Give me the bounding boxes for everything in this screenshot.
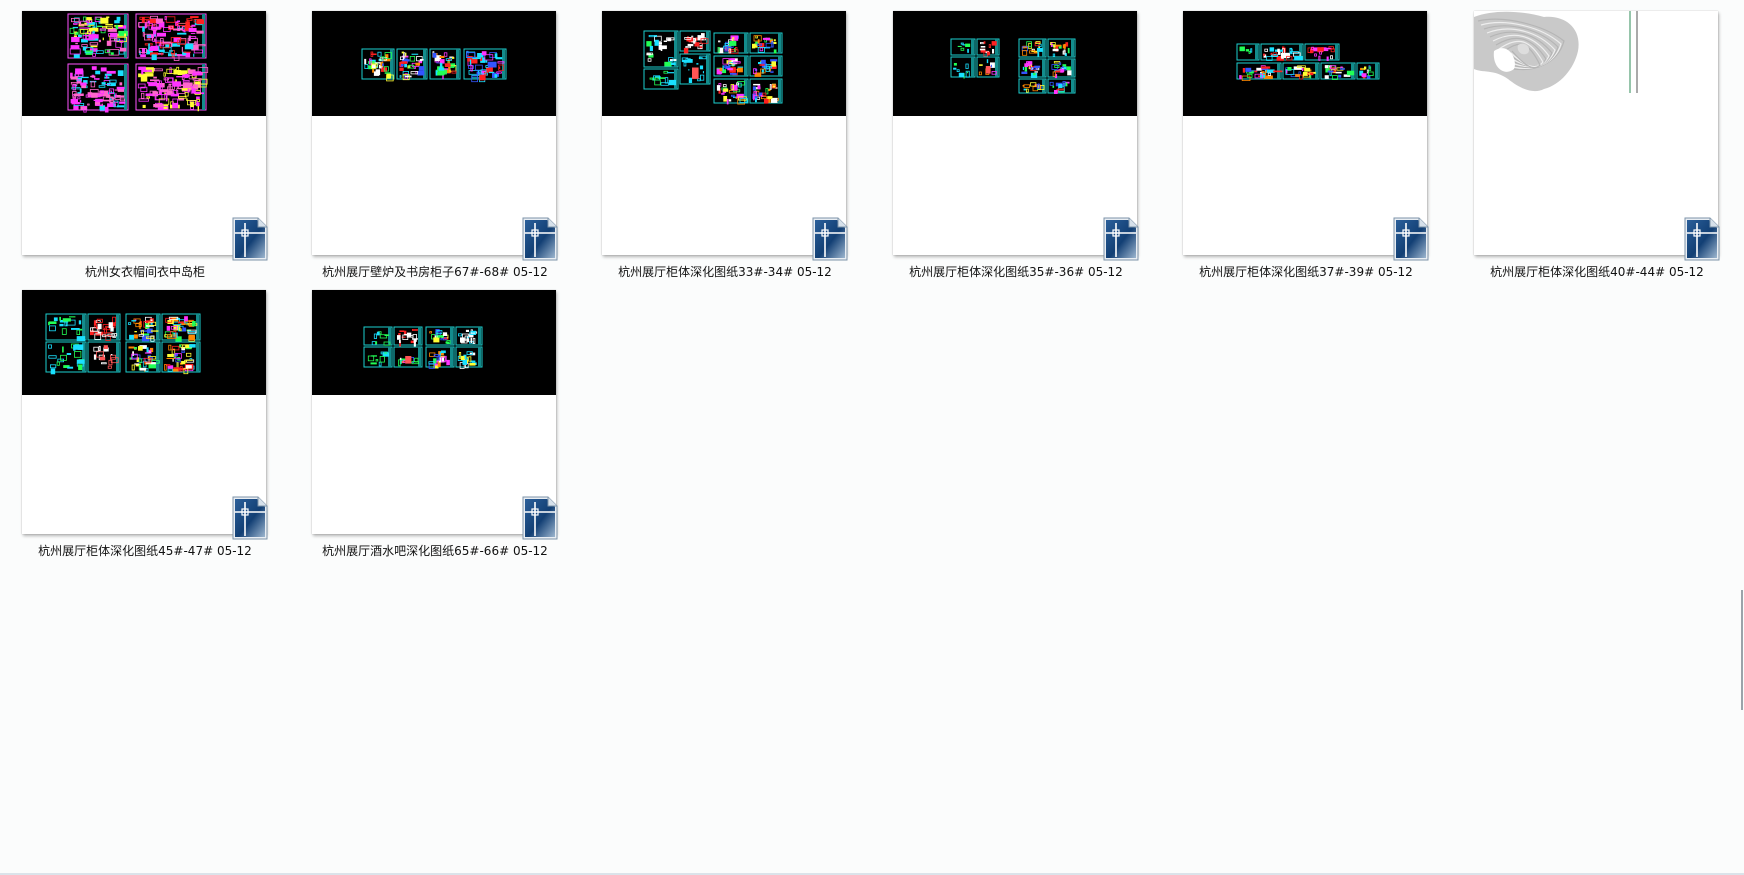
file-name-label[interactable]: 杭州展厅柜体深化图纸35#-36# 05-12 <box>871 263 1161 280</box>
file-item[interactable]: 杭州展厅柜体深化图纸45#-47# 05-12 <box>0 279 290 559</box>
file-item[interactable]: 杭州展厅酒水吧深化图纸65#-66# 05-12 <box>290 279 580 559</box>
file-name-label[interactable]: 杭州展厅壁炉及书房柜子67#-68# 05-12 <box>290 263 580 280</box>
file-item[interactable]: 杭州展厅壁炉及书房柜子67#-68# 05-12 <box>290 0 580 280</box>
file-thumbnail[interactable] <box>1183 11 1427 255</box>
file-item[interactable]: 杭州展厅柜体深化图纸35#-36# 05-12 <box>871 0 1161 280</box>
file-thumbnail[interactable] <box>312 11 556 255</box>
cad-preview-area <box>893 11 1137 116</box>
file-name-label[interactable]: 杭州展厅柜体深化图纸45#-47# 05-12 <box>0 542 290 559</box>
scrollbar-thumb[interactable] <box>1741 590 1743 710</box>
cad-drawing-file-icon <box>1103 217 1139 261</box>
vertical-scrollbar[interactable] <box>1740 0 1744 875</box>
file-name-label[interactable]: 杭州女衣帽间衣中岛柜 <box>0 263 290 280</box>
file-thumbnail[interactable] <box>312 290 556 534</box>
cad-preview-area <box>312 11 556 116</box>
file-name-label[interactable]: 杭州展厅柜体深化图纸33#-34# 05-12 <box>580 263 870 280</box>
cad-drawing-file-icon <box>1393 217 1429 261</box>
cad-drawing-file-icon <box>812 217 848 261</box>
file-thumbnail[interactable] <box>602 11 846 255</box>
cad-preview-area <box>312 290 556 395</box>
file-thumbnail[interactable] <box>1474 11 1718 255</box>
file-item[interactable]: 杭州女衣帽间衣中岛柜 <box>0 0 290 280</box>
cad-drawing-file-icon <box>1684 217 1720 261</box>
file-name-label[interactable]: 杭州展厅酒水吧深化图纸65#-66# 05-12 <box>290 542 580 559</box>
cad-drawing-file-icon <box>522 496 558 540</box>
file-thumbnail[interactable] <box>893 11 1137 255</box>
file-name-label[interactable]: 杭州展厅柜体深化图纸37#-39# 05-12 <box>1161 263 1451 280</box>
cad-drawing-file-icon <box>232 217 268 261</box>
file-item[interactable]: 杭州展厅柜体深化图纸37#-39# 05-12 <box>1161 0 1451 280</box>
file-name-label[interactable]: 杭州展厅柜体深化图纸40#-44# 05-12 <box>1452 263 1742 280</box>
cad-drawing-file-icon <box>522 217 558 261</box>
file-thumbnail[interactable] <box>22 290 266 534</box>
cad-drawing-file-icon <box>232 496 268 540</box>
file-item[interactable]: 杭州展厅柜体深化图纸40#-44# 05-12 <box>1452 0 1742 280</box>
file-grid: 杭州女衣帽间衣中岛柜 杭州展厅壁炉及书房柜子67#-68# 05-12 杭州展厅柜体… <box>0 0 1744 875</box>
file-thumbnail[interactable] <box>22 11 266 255</box>
file-item[interactable]: 杭州展厅柜体深化图纸33#-34# 05-12 <box>580 0 870 280</box>
